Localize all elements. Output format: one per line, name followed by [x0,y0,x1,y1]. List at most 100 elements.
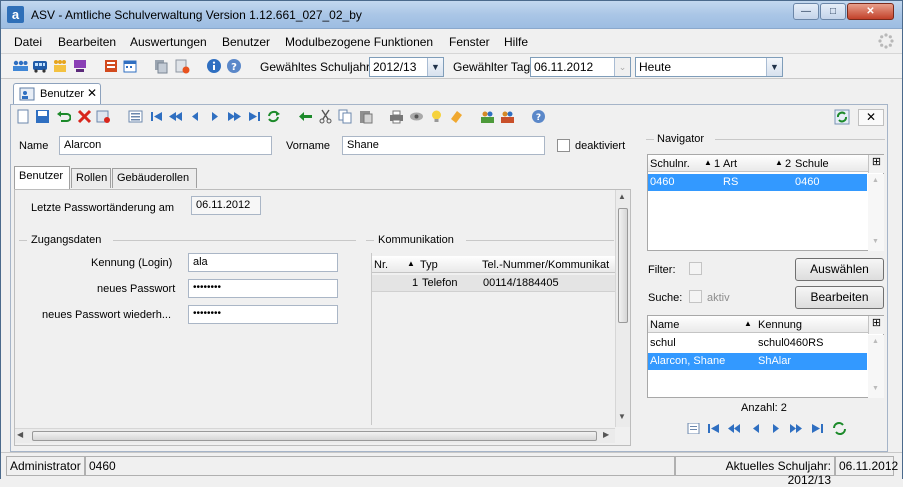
scrollbar-thumb[interactable] [618,208,628,323]
vertical-scrollbar[interactable]: ▲ ▼ [868,335,884,398]
help-icon[interactable]: ? [226,58,242,74]
col-typ[interactable]: Typ [420,259,438,271]
chevron-left-icon[interactable]: ◀ [17,430,23,439]
col-kennung[interactable]: Kennung [758,319,802,331]
last-record-icon[interactable] [811,423,824,434]
tab-benutzer-document[interactable]: Benutzer ✕ [13,83,101,104]
chevron-down-icon[interactable]: ▼ [766,58,782,76]
chevron-up-icon[interactable]: ▲ [618,192,628,202]
copy-document-icon[interactable] [153,58,169,74]
sync-icon[interactable] [834,109,850,125]
vertical-scrollbar[interactable]: ▲ ▼ [615,190,630,427]
lightbulb-icon[interactable] [429,109,444,124]
fast-back-icon[interactable] [727,423,740,434]
user-group-icon[interactable] [480,109,495,124]
schuljahr-select[interactable]: 2012/13 ▼ [369,57,444,77]
next-record-icon[interactable] [207,109,222,124]
tab-benutzer[interactable]: Benutzer [14,166,70,189]
chevron-up-icon[interactable]: ▲ [872,177,879,184]
document-warning-icon[interactable] [174,58,190,74]
minimize-button[interactable]: — [793,3,819,20]
table-row[interactable]: 0460 RS 0460 [648,174,867,191]
col-nr[interactable]: Nr. [374,259,388,271]
vertical-scrollbar[interactable]: ▲ ▼ [868,174,884,251]
menu-datei[interactable]: Datei [14,35,42,49]
save-icon[interactable] [35,109,50,124]
user-swap-icon[interactable] [500,109,515,124]
col-name[interactable]: Name [650,319,679,331]
undo-icon[interactable] [56,109,71,124]
password-input[interactable]: •••••••• [188,279,338,298]
aktiv-checkbox[interactable] [689,290,702,303]
info-icon[interactable] [206,58,222,74]
chevron-down-icon[interactable]: ▼ [872,385,879,392]
calendar-icon[interactable] [122,58,138,74]
teacher-board-icon[interactable] [72,58,88,74]
delete-icon[interactable] [77,109,92,124]
paste-icon[interactable] [358,109,373,124]
menu-fenster[interactable]: Fenster [449,35,490,49]
fast-back-icon[interactable] [168,109,183,124]
close-panel-button[interactable]: ✕ [858,109,884,126]
new-document-icon[interactable] [16,109,31,124]
close-icon[interactable]: ✕ [87,86,97,100]
chevron-down-icon[interactable]: ▼ [872,238,879,245]
print-icon[interactable] [389,109,404,124]
list-icon[interactable] [687,423,700,434]
col-schulnr[interactable]: Schulnr. [650,158,690,170]
menu-auswertungen[interactable]: Auswertungen [130,35,207,49]
fast-forward-icon[interactable] [227,109,242,124]
list-item[interactable]: Alarcon, Shane ShAlar [648,353,867,370]
deaktiviert-checkbox[interactable] [557,139,570,152]
tab-gebaeuderollen[interactable]: Gebäuderollen [112,168,197,188]
chevron-right-icon[interactable]: ▶ [603,430,609,439]
bus-icon[interactable] [32,58,48,74]
horizontal-scrollbar[interactable]: ◀ ▶ [15,428,615,443]
column-chooser-icon[interactable]: ⊞ [868,155,884,173]
chevron-up-icon[interactable]: ▲ [872,338,879,345]
chevron-down-icon[interactable]: ⌄ [614,58,630,76]
tag-select[interactable]: 06.11.2012 ⌄ [530,57,631,77]
menu-hilfe[interactable]: Hilfe [504,35,528,49]
list-item[interactable]: schul schul0460RS [648,335,867,352]
cut-icon[interactable] [318,109,333,124]
menu-modulbezogene-funktionen[interactable]: Modulbezogene Funktionen [285,35,433,49]
view-icon[interactable] [409,109,424,124]
close-button[interactable]: ✕ [847,3,894,20]
chevron-down-icon[interactable]: ▼ [427,58,443,76]
filter-checkbox[interactable] [689,262,702,275]
first-record-icon[interactable] [149,109,164,124]
table-row[interactable]: 1 Telefon 00114/1884405 [372,275,615,292]
chevron-down-icon[interactable]: ▼ [618,412,628,422]
first-record-icon[interactable] [707,423,720,434]
book-icon[interactable] [103,58,119,74]
eraser-icon[interactable] [449,109,464,124]
cancel-edit-icon[interactable] [96,109,111,124]
bearbeiten-button[interactable]: Bearbeiten [795,286,884,309]
vorname-input[interactable]: Shane [342,136,545,155]
col-art[interactable]: Art [723,158,737,170]
previous-record-icon[interactable] [188,109,203,124]
scrollbar-thumb[interactable] [32,431,597,441]
maximize-button[interactable]: □ [820,3,846,20]
heute-select[interactable]: Heute ▼ [635,57,783,77]
copy-icon[interactable] [338,109,353,124]
refresh-icon[interactable] [266,109,281,124]
help-icon[interactable]: ? [531,109,546,124]
auswaehlen-button[interactable]: Auswählen [795,258,884,281]
last-record-icon[interactable] [247,109,262,124]
students-icon[interactable] [52,58,68,74]
fast-forward-icon[interactable] [790,423,803,434]
users-icon[interactable] [12,58,28,74]
col-schule[interactable]: Schule [795,158,829,170]
name-input[interactable]: Alarcon [59,136,272,155]
password-repeat-input[interactable]: •••••••• [188,305,338,324]
col-nummer[interactable]: Tel.-Nummer/Kommunikat [482,259,609,271]
next-record-icon[interactable] [769,423,782,434]
column-chooser-icon[interactable]: ⊞ [868,316,884,334]
list-icon[interactable] [128,109,143,124]
menu-bearbeiten[interactable]: Bearbeiten [58,35,116,49]
menu-benutzer[interactable]: Benutzer [222,35,270,49]
arrow-left-icon[interactable] [298,109,313,124]
refresh-icon[interactable] [832,422,847,435]
